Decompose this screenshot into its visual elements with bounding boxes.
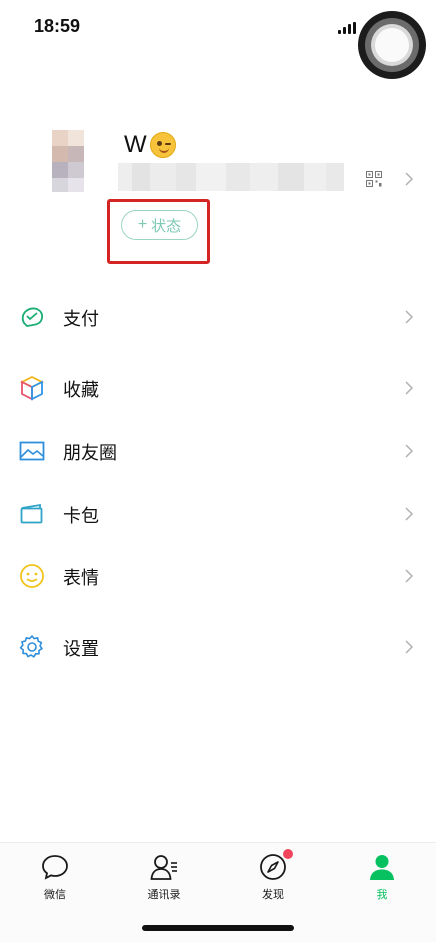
chevron-right-icon xyxy=(405,507,414,521)
pay-icon xyxy=(21,307,44,327)
sticker-smile-icon xyxy=(20,564,44,588)
menu-label: 设置 xyxy=(63,639,99,659)
tab-label: 通讯录 xyxy=(147,889,181,901)
menu-item-card-wallet[interactable]: 卡包 xyxy=(0,487,436,541)
wechat-id-blurred[interactable] xyxy=(118,163,344,191)
status-time: 18:59 xyxy=(34,16,81,36)
moments-image-icon xyxy=(19,441,45,461)
tab-contacts[interactable]: 通讯录 xyxy=(124,853,204,909)
menu-label: 支付 xyxy=(63,309,99,329)
tab-label: 我 xyxy=(376,889,388,901)
status-button-label: 状态 xyxy=(151,217,182,235)
chevron-right-icon[interactable] xyxy=(404,171,414,187)
chevron-right-icon xyxy=(405,310,414,324)
menu-item-stickers[interactable]: 表情 xyxy=(0,549,436,603)
menu-item-favorites[interactable]: 收藏 xyxy=(0,361,436,415)
chevron-right-icon xyxy=(405,444,414,458)
tab-chats[interactable]: 微信 xyxy=(15,853,95,909)
compass-icon xyxy=(260,854,286,880)
tab-me[interactable]: 我 xyxy=(342,853,422,909)
tab-label: 发现 xyxy=(262,889,284,901)
home-indicator[interactable] xyxy=(142,925,294,931)
winking-face-icon xyxy=(150,132,176,158)
menu-label: 收藏 xyxy=(63,380,99,400)
avatar[interactable] xyxy=(52,130,84,192)
tab-label: 微信 xyxy=(44,889,66,901)
discover-badge-dot xyxy=(283,849,293,859)
profile-name[interactable]: W xyxy=(124,131,147,159)
card-wallet-icon xyxy=(20,503,43,524)
chat-bubble-icon xyxy=(42,855,68,880)
menu-label: 卡包 xyxy=(63,506,99,526)
qr-code-icon[interactable] xyxy=(366,171,382,187)
favorites-cube-icon xyxy=(19,375,45,401)
chevron-right-icon xyxy=(405,569,414,583)
contacts-icon xyxy=(150,855,177,880)
menu-item-settings[interactable]: 设置 xyxy=(0,620,436,674)
menu-item-pay[interactable]: 支付 xyxy=(0,290,436,344)
signal-icon xyxy=(338,22,360,34)
chevron-right-icon xyxy=(405,640,414,654)
menu-item-moments[interactable]: 朋友圈 xyxy=(0,424,436,478)
plus-icon: + xyxy=(137,216,148,233)
menu-label: 朋友圈 xyxy=(63,443,117,463)
tab-discover[interactable]: 发现 xyxy=(233,853,313,909)
menu-label: 表情 xyxy=(63,568,99,588)
settings-gear-icon xyxy=(19,635,43,658)
assistive-touch-button[interactable] xyxy=(358,11,426,79)
add-status-button[interactable]: + 状态 xyxy=(121,210,198,240)
person-icon xyxy=(370,855,394,880)
chevron-right-icon xyxy=(405,381,414,395)
